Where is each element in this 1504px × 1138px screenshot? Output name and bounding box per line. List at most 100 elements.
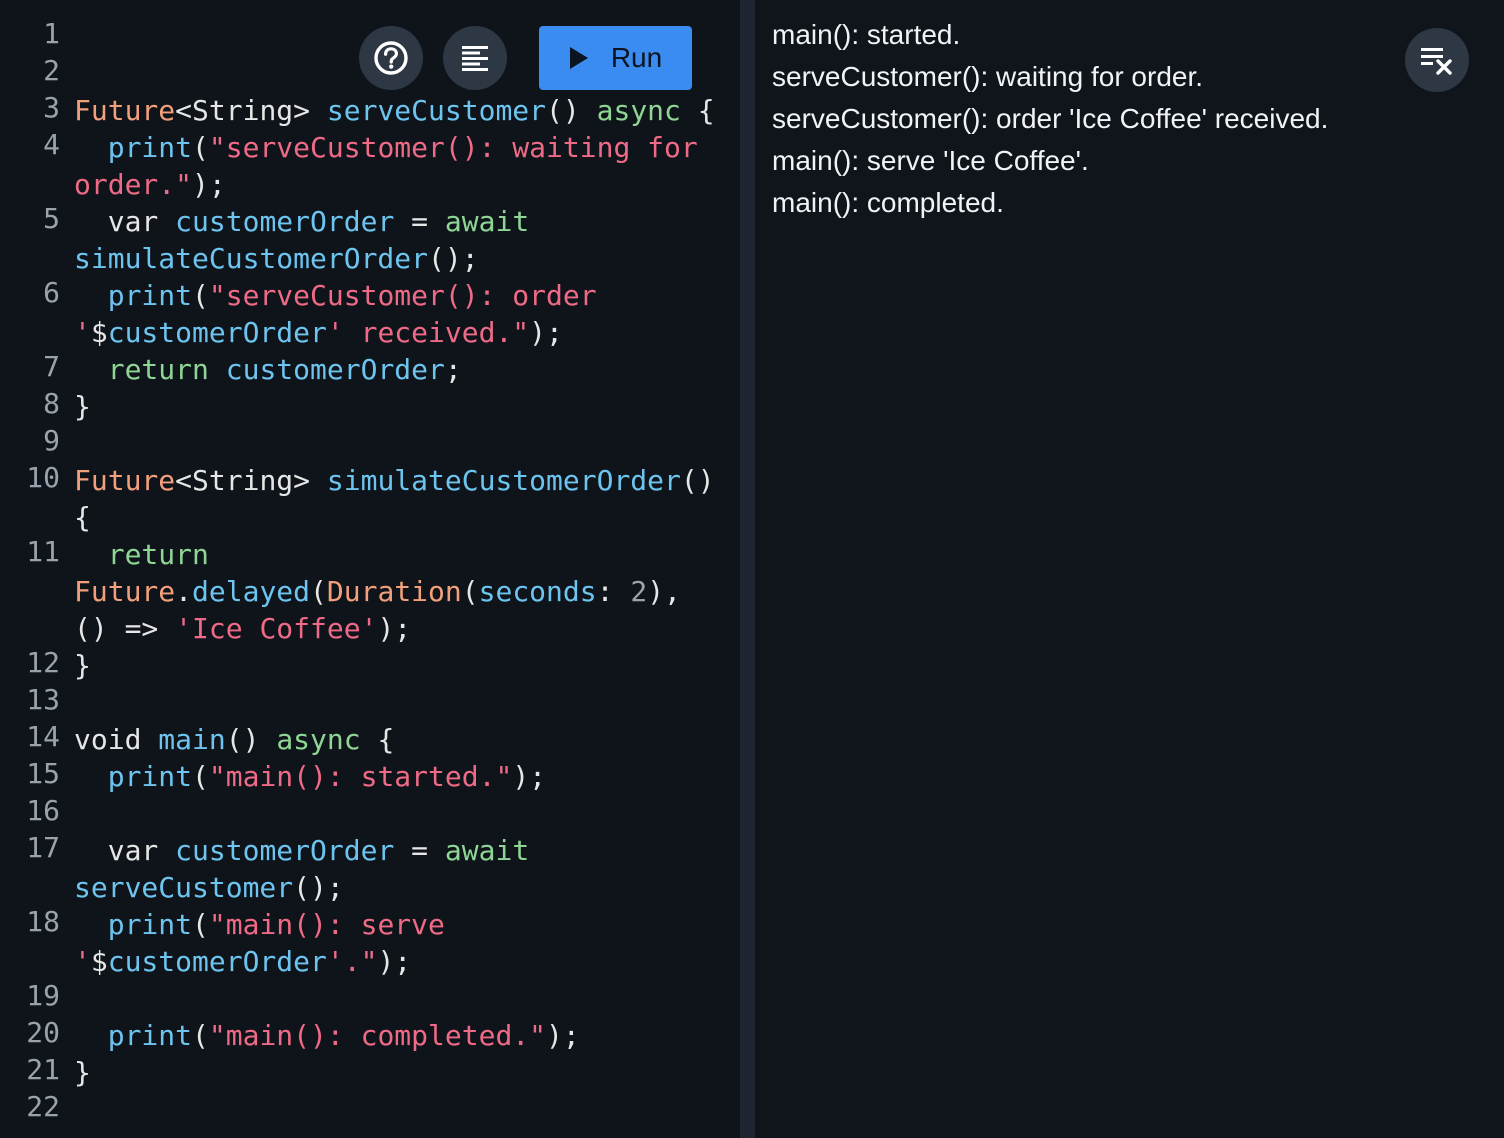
console-line: main(): completed. — [772, 187, 1004, 218]
code-token: 'Ice Coffee' — [175, 612, 378, 645]
code-text: void main() async { — [74, 721, 720, 758]
code-token: customerOrder — [107, 945, 327, 978]
help-button[interactable] — [359, 26, 423, 90]
code-token: "main(): started." — [208, 760, 513, 793]
code-line[interactable]: 4 print("serveCustomer(): waiting for or… — [0, 128, 740, 203]
console-line: serveCustomer(): order 'Ice Coffee' rece… — [772, 103, 1329, 134]
dartpad-app: 1 2 3 Future<String> serveCustomer() async … — [0, 0, 1504, 1138]
code-text: return customerOrder; — [74, 351, 720, 388]
console-line: main(): started. — [772, 19, 961, 50]
code-token: : — [596, 575, 631, 608]
code-token: () — [225, 723, 277, 756]
code-area[interactable]: 1 2 3 Future<String> serveCustomer() async … — [0, 17, 740, 1128]
code-line[interactable]: 10 Future<String> simulateCustomerOrder()… — [0, 461, 740, 536]
code-token: ; — [444, 353, 462, 386]
code-token: print — [107, 279, 193, 312]
console-output: main(): started. serveCustomer(): waiting… — [772, 14, 1404, 224]
pane-divider[interactable] — [740, 0, 755, 1138]
code-token: void — [74, 723, 159, 756]
line-number: 18 — [26, 905, 60, 938]
line-number: 19 — [26, 979, 60, 1012]
code-token: "main(): completed." — [208, 1019, 547, 1052]
code-token: delayed — [192, 575, 311, 608]
code-line[interactable]: 8} — [0, 387, 740, 425]
code-line[interactable]: 17 var customerOrder = await serveCustom… — [0, 831, 740, 906]
code-token: print — [107, 131, 193, 164]
code-line[interactable]: 7 return customerOrder; — [0, 350, 740, 388]
code-line[interactable]: 5 var customerOrder = await simulateCust… — [0, 202, 740, 277]
format-button[interactable] — [443, 26, 507, 90]
code-line[interactable]: 21} — [0, 1053, 740, 1091]
code-line[interactable]: 15 print("main(): started."); — [0, 757, 740, 795]
format-align-icon — [462, 46, 488, 71]
play-icon — [569, 47, 588, 69]
line-number: 16 — [26, 794, 60, 827]
line-number: 17 — [26, 831, 60, 864]
code-token: () — [546, 94, 597, 127]
code-token: var — [74, 834, 176, 867]
code-token: print — [107, 1019, 193, 1052]
line-number: 20 — [26, 1016, 60, 1049]
code-token: var — [74, 205, 176, 238]
code-line[interactable]: 14 void main() async { — [0, 720, 740, 758]
code-text: var customerOrder = await simulateCustom… — [74, 203, 720, 277]
line-number: 2 — [43, 54, 60, 87]
code-text: Future<String> simulateCustomerOrder() { — [74, 462, 720, 536]
code-line[interactable]: 20 print("main(): completed."); — [0, 1016, 740, 1054]
line-number: 13 — [26, 683, 60, 716]
code-line[interactable]: 12} — [0, 646, 740, 684]
line-number: 6 — [43, 276, 60, 309]
code-line[interactable]: 11 return Future.delayed(Duration(second… — [0, 535, 740, 647]
code-token: customerOrder — [175, 834, 395, 867]
code-token: ' received." — [326, 316, 530, 349]
code-token: async — [596, 94, 681, 127]
code-editor[interactable]: 1 2 3 Future<String> serveCustomer() async … — [0, 0, 740, 1138]
code-line[interactable]: 3 Future<String> serveCustomer() async { — [0, 91, 740, 129]
code-token: await — [444, 834, 530, 867]
code-line[interactable]: 13 — [0, 683, 740, 721]
code-line[interactable]: 6 print("serveCustomer(): order '$custom… — [0, 276, 740, 351]
code-text: } — [74, 388, 720, 425]
clear-console-button[interactable] — [1405, 28, 1469, 92]
code-token: Future — [74, 575, 176, 608]
code-token: ( — [461, 575, 479, 608]
line-number: 15 — [26, 757, 60, 790]
line-number: 9 — [43, 424, 60, 457]
code-token: ( — [192, 279, 209, 312]
code-token: <String> — [175, 464, 327, 497]
code-token: serveCustomer — [326, 94, 547, 127]
code-token: print — [107, 760, 193, 793]
code-token: serveCustomer — [74, 871, 294, 904]
code-line[interactable]: 18 print("main(): serve '$customerOrder'… — [0, 905, 740, 980]
code-token: simulateCustomerOrder — [74, 242, 429, 275]
code-line[interactable]: 22 — [0, 1090, 740, 1128]
code-token: } — [74, 390, 91, 423]
code-text: Future<String> serveCustomer() async { — [74, 92, 720, 129]
code-text: print("main(): serve '$customerOrder'.")… — [74, 906, 720, 980]
run-button[interactable]: Run — [539, 26, 692, 90]
code-token: print — [107, 908, 193, 941]
code-line[interactable]: 9 — [0, 424, 740, 462]
code-token: return — [107, 538, 209, 571]
code-token: ); — [546, 1019, 580, 1052]
code-line[interactable]: 16 — [0, 794, 740, 832]
code-token: '." — [326, 945, 378, 978]
code-token: $ — [90, 316, 108, 349]
code-token: { — [360, 723, 395, 756]
code-token: customerOrder — [107, 316, 327, 349]
console-panel: main(): started. serveCustomer(): waiting… — [755, 0, 1504, 1138]
code-line[interactable]: 19 — [0, 979, 740, 1017]
code-token: return — [107, 353, 209, 386]
run-button-label: Run — [610, 42, 663, 73]
code-token: 2 — [630, 575, 648, 608]
console-line: main(): serve 'Ice Coffee'. — [772, 145, 1089, 176]
code-token: ); — [192, 168, 226, 201]
